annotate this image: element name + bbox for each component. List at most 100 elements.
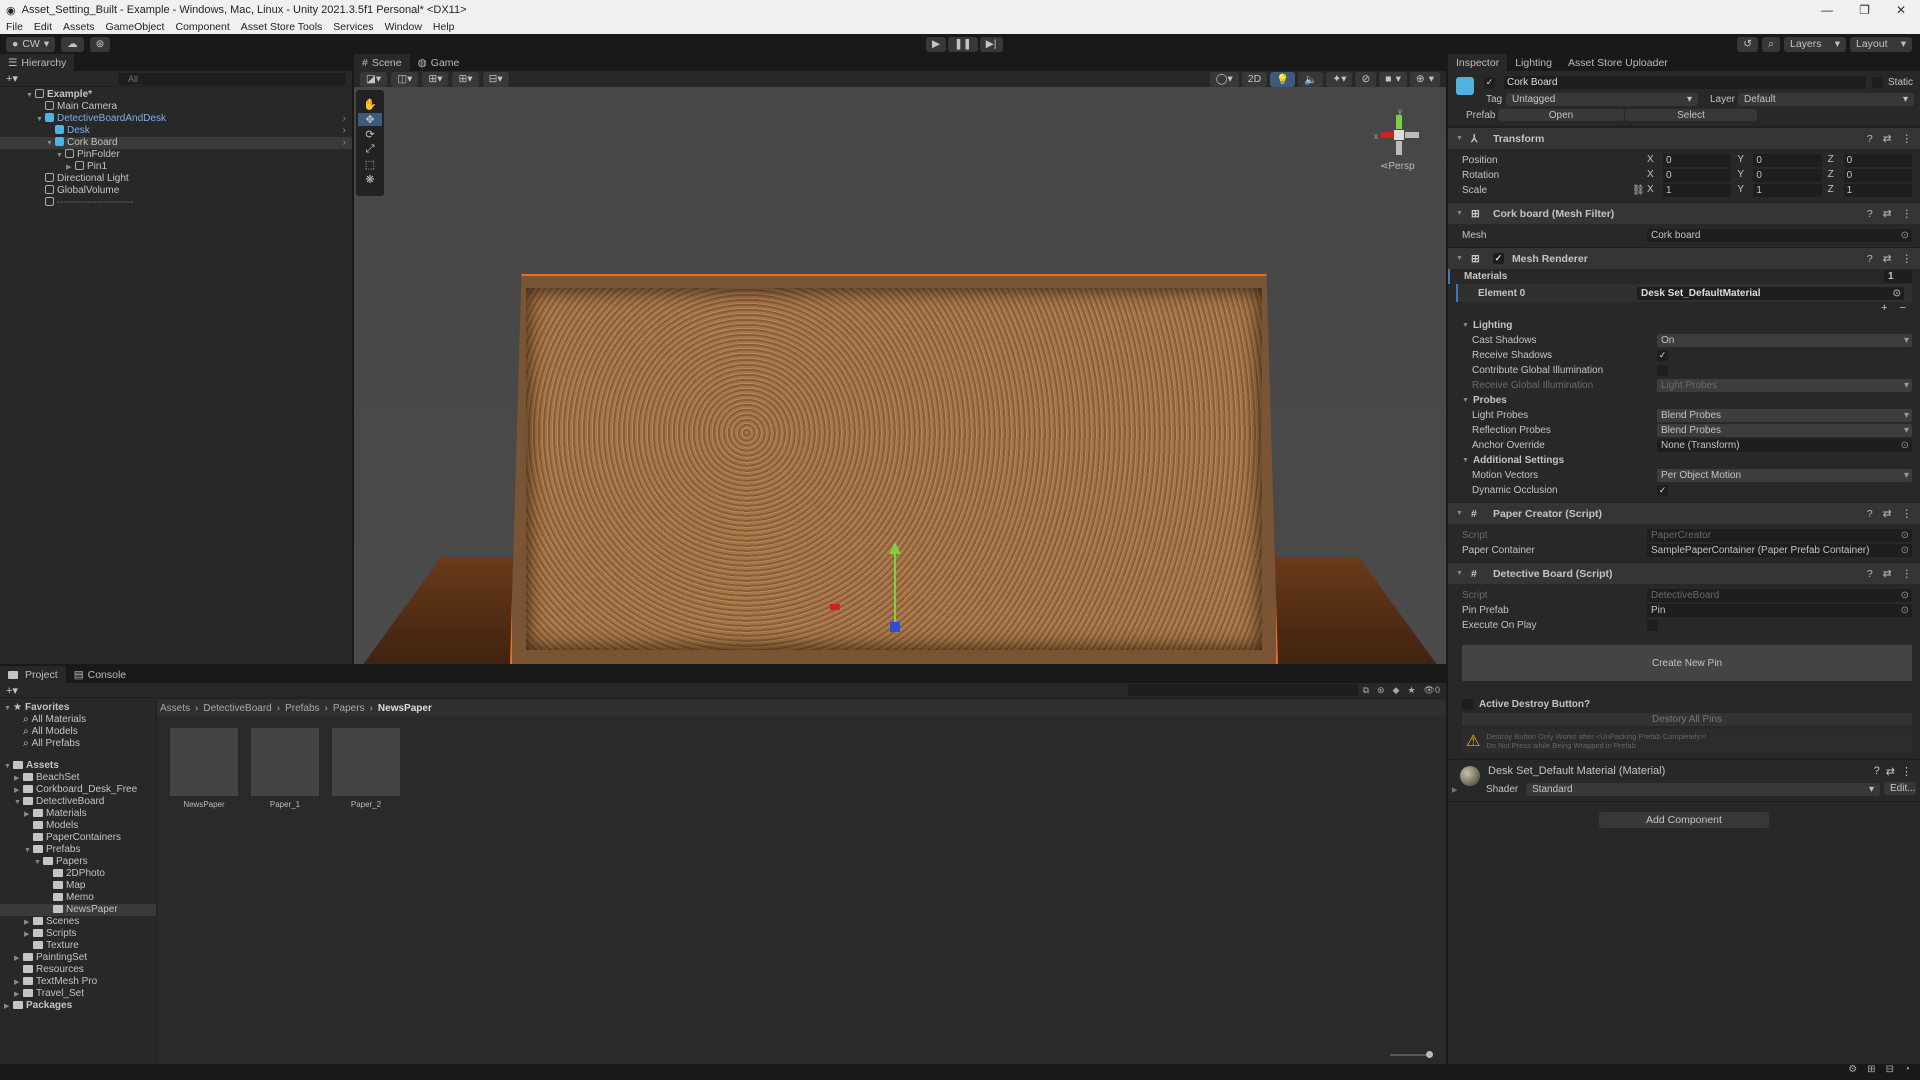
object-picker-icon[interactable]: ⊙ (1901, 589, 1909, 602)
2d-toggle[interactable]: 2D (1241, 71, 1268, 87)
hierarchy-item[interactable]: Desk › (0, 125, 352, 137)
project-tree-item[interactable]: ▼ ★ Favorites (0, 702, 156, 714)
project-tree-item[interactable]: ▶ TextMesh Pro (0, 976, 156, 988)
snap-settings-button[interactable]: ⊟▾ (482, 71, 509, 87)
probes-group-header[interactable]: ▼ Probes (1448, 393, 1920, 408)
more-menu-icon[interactable]: ⋮ (1902, 208, 1913, 220)
lighting-group-header[interactable]: ▼ Lighting (1448, 318, 1920, 333)
tag-icon[interactable]: ◆ (1393, 685, 1400, 696)
projection-toggle[interactable]: ⋖Persp (1380, 161, 1415, 172)
tag-dropdown[interactable]: Untagged ▾ (1506, 93, 1698, 106)
object-picker-icon[interactable]: ⊙ (1901, 529, 1909, 542)
tab-game[interactable]: ◍ Game (410, 54, 468, 71)
menu-asset-store-tools[interactable]: Asset Store Tools (241, 21, 323, 33)
project-tree-item[interactable]: Resources (0, 964, 156, 976)
project-tree-item[interactable]: NewsPaper (0, 904, 156, 916)
x-axis-handle[interactable] (830, 604, 840, 610)
progress-icon[interactable]: ◔ (1904, 1064, 1910, 1080)
preset-icon[interactable]: ⇄ (1883, 508, 1892, 520)
add-object-button[interactable]: +▾ (6, 72, 18, 85)
asset-tile[interactable]: Paper_1 (251, 728, 319, 809)
shader-dropdown[interactable]: Standard ▾ (1526, 783, 1880, 796)
object-name-input[interactable] (1504, 76, 1866, 89)
project-tree-item[interactable]: ⌕ All Materials (0, 714, 156, 726)
collapse-arrow-icon[interactable]: ▼ (1456, 210, 1463, 217)
rect-tool-icon[interactable]: ⬚ (365, 158, 375, 171)
play-button[interactable]: ▶ (926, 36, 947, 52)
filter-type-icon[interactable]: ⧉ (1363, 685, 1369, 696)
active-checkbox[interactable]: ✓ (1484, 77, 1495, 88)
destroy-all-pins-button[interactable]: Destory All Pins (1462, 713, 1912, 726)
chevron-right-icon[interactable]: › (343, 125, 346, 137)
object-field[interactable]: None (Transform) ⊙ (1657, 439, 1912, 452)
breadcrumb-item[interactable]: Assets (160, 703, 190, 714)
maximize-button[interactable]: ❐ (1859, 3, 1870, 17)
detective-board-header[interactable]: ▼ # Detective Board (Script)? ⇄ ⋮ (1448, 562, 1920, 584)
close-button[interactable]: ✕ (1896, 3, 1906, 17)
object-picker-icon[interactable]: ⊙ (1901, 544, 1909, 557)
project-tree-item[interactable]: PaperContainers (0, 832, 156, 844)
object-field[interactable]: Cork board ⊙ (1647, 229, 1912, 242)
search-button[interactable]: ⌕ (1762, 36, 1780, 52)
dropdown[interactable]: Blend Probes ▾ (1657, 424, 1912, 437)
layers-dropdown[interactable]: Layers ▾ (1784, 36, 1846, 52)
collapse-arrow-icon[interactable]: ▼ (1456, 255, 1463, 262)
z-axis-handle[interactable] (890, 622, 900, 632)
tab-lighting[interactable]: Lighting (1507, 54, 1560, 71)
breadcrumb-item[interactable]: NewsPaper (378, 703, 432, 714)
preset-icon[interactable]: ⇄ (1883, 568, 1892, 580)
help-icon[interactable]: ? (1867, 133, 1873, 145)
menu-window[interactable]: Window (385, 21, 422, 33)
transform-header[interactable]: ▼ ⅄ Transform? ⇄ ⋮ (1448, 127, 1920, 149)
y-field[interactable]: 0 (1753, 169, 1822, 182)
menu-component[interactable]: Component (175, 21, 229, 33)
preset-icon[interactable]: ⇄ (1883, 133, 1892, 145)
breadcrumb-item[interactable]: Prefabs (285, 703, 319, 714)
object-field[interactable]: SamplePaperContainer (Paper Prefab Conta… (1647, 544, 1912, 557)
camera-dropdown[interactable]: ■ ▾ (1379, 71, 1407, 87)
project-tree-item[interactable]: ▶ PaintingSet (0, 952, 156, 964)
tab-asset-store-uploader[interactable]: Asset Store Uploader (1560, 54, 1676, 71)
dropdown[interactable]: Blend Probes ▾ (1657, 409, 1912, 422)
tab-scene[interactable]: # Scene (354, 54, 410, 71)
add-element-button[interactable]: + (1881, 302, 1887, 318)
materials-count-field[interactable]: 1 (1884, 270, 1912, 283)
paper-creator-header[interactable]: ▼ # Paper Creator (Script)? ⇄ ⋮ (1448, 502, 1920, 524)
object-field[interactable]: DetectiveBoard ⊙ (1647, 589, 1912, 602)
project-search-input[interactable] (1127, 684, 1358, 696)
dropdown[interactable]: Per Object Motion ▾ (1657, 469, 1912, 482)
project-tree-item[interactable]: ▼ DetectiveBoard (0, 796, 156, 808)
shader-edit-button[interactable]: Edit... (1884, 782, 1916, 795)
checkbox[interactable]: ✓ (1657, 350, 1668, 361)
menu-assets[interactable]: Assets (63, 21, 95, 33)
x-field[interactable]: 0 (1663, 154, 1732, 167)
expand-arrow-icon[interactable]: ▶ (4, 1001, 13, 1013)
help-icon[interactable]: ? (1874, 765, 1880, 778)
hierarchy-item[interactable]: Directional Light (0, 173, 352, 185)
project-tree-item[interactable]: ▶ Scripts (0, 928, 156, 940)
menu-gameobject[interactable]: GameObject (106, 21, 165, 33)
orientation-gizmo[interactable]: y x ⋖Persp (1374, 107, 1434, 177)
y-field[interactable]: 0 (1753, 154, 1822, 167)
hierarchy-search-input[interactable] (117, 72, 346, 85)
object-picker-icon[interactable]: ⊙ (1901, 229, 1909, 242)
layout-dropdown[interactable]: Layout ▾ (1850, 36, 1912, 52)
z-field[interactable]: 0 (1843, 154, 1912, 167)
checkbox[interactable] (1657, 365, 1668, 376)
help-icon[interactable]: ? (1867, 508, 1873, 520)
draw-mode-dropdown[interactable]: ◪▾ (360, 71, 388, 87)
checkbox[interactable]: ✓ (1657, 485, 1668, 496)
project-tree-item[interactable]: ⌕ All Models (0, 726, 156, 738)
bug-icon[interactable]: ⚙ (1848, 1064, 1857, 1080)
tab-project[interactable]: Project (0, 666, 66, 683)
project-tree-item[interactable]: ▼ Assets (0, 760, 156, 772)
help-icon[interactable]: ? (1867, 253, 1873, 265)
y-field[interactable]: 1 (1753, 184, 1822, 197)
collapse-arrow-icon[interactable]: ▼ (1462, 397, 1469, 404)
hierarchy-item[interactable]: ▼ DetectiveBoardAndDesk › (0, 113, 352, 125)
materials-label[interactable]: Materials (1464, 271, 1884, 282)
project-tree-item[interactable]: ▶ Corkboard_Desk_Free (0, 784, 156, 796)
material-field[interactable]: Desk Set_DefaultMaterial ⊙ (1637, 286, 1904, 300)
project-tree-item[interactable]: ▼ Prefabs (0, 844, 156, 856)
project-tree-item[interactable]: ▶ BeachSet (0, 772, 156, 784)
